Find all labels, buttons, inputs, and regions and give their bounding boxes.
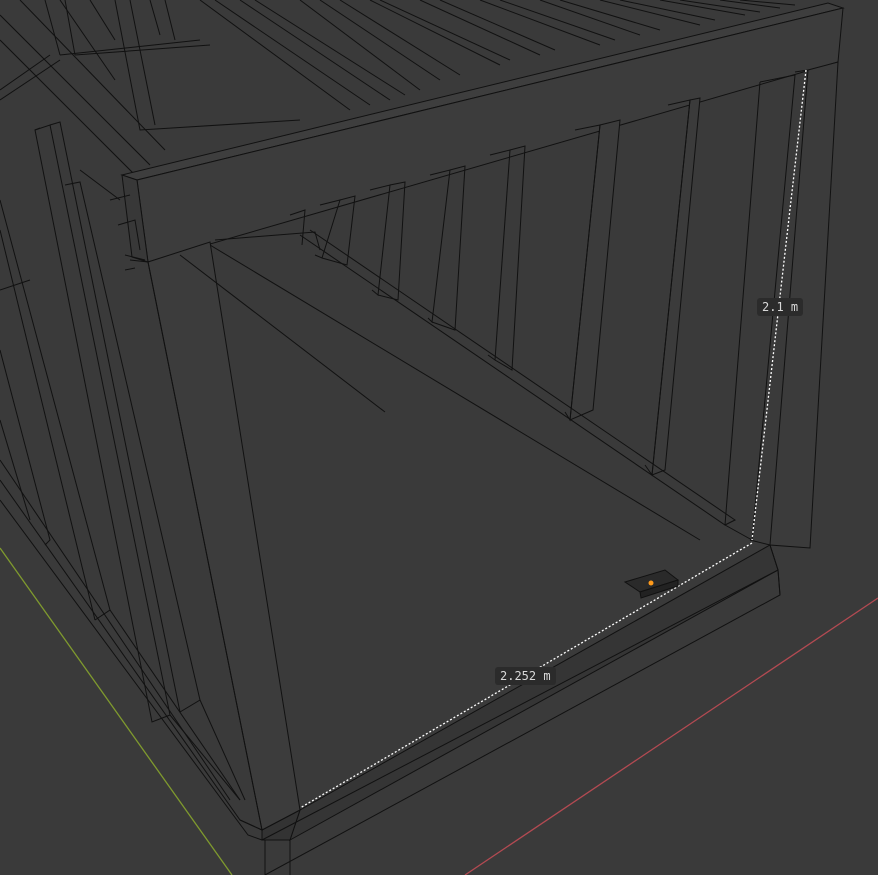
measure-tool-gizmo[interactable] — [623, 569, 680, 599]
width-dimension-label: 2.252 m — [495, 667, 556, 685]
viewport-canvas[interactable] — [0, 0, 878, 875]
front-header-beam — [120, 2, 845, 263]
height-dimension-label: 2.1 m — [757, 298, 804, 316]
framing-model — [0, 0, 845, 875]
origin-marker-icon — [648, 580, 654, 586]
y-axis-line — [0, 547, 233, 875]
floor-platform — [261, 539, 781, 875]
left-front-post — [124, 241, 301, 831]
back-floor-plate — [209, 229, 736, 541]
x-axis-line — [464, 597, 878, 875]
3d-viewport[interactable]: 2.1 m 2.252 m — [0, 0, 878, 875]
